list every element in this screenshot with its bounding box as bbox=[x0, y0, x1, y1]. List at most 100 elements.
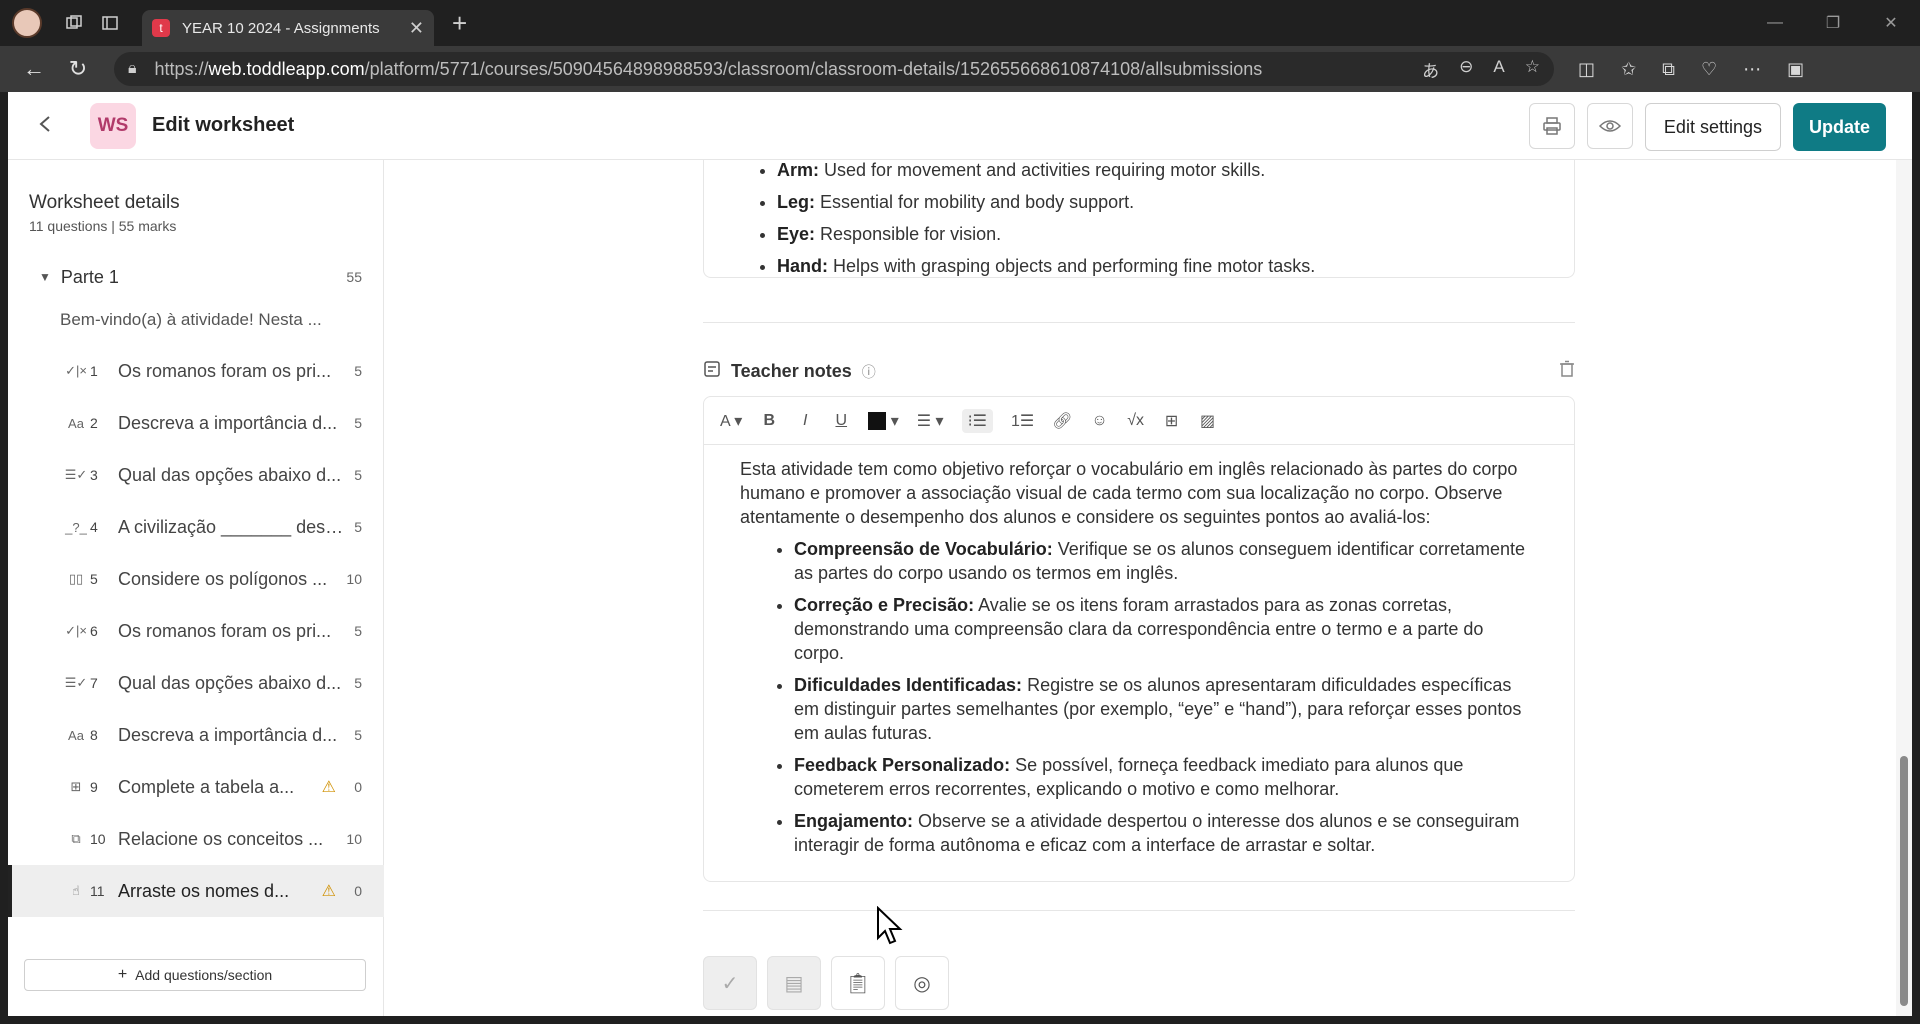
edit-settings-button[interactable]: Edit settings bbox=[1644, 103, 1781, 151]
question-item[interactable]: ▯▯ 5 Considere os polígonos ... 10 bbox=[8, 553, 384, 605]
more-menu-icon[interactable]: ⋯ bbox=[1743, 59, 1761, 80]
question-item-active[interactable]: ☝ 11 Arraste os nomes d... ⚠ 0 bbox=[8, 865, 384, 917]
clipboard-icon: 📋︎ bbox=[845, 972, 871, 995]
favorites-icon[interactable]: ✩ bbox=[1621, 59, 1636, 80]
minimize-icon[interactable]: — bbox=[1746, 0, 1804, 46]
read-aloud-icon[interactable]: A bbox=[1493, 57, 1504, 82]
sidebar-toggle-icon[interactable]: ▣ bbox=[1787, 59, 1804, 80]
align-icon[interactable]: ☰ ▾ bbox=[917, 411, 944, 431]
question-title: A civilização _______ dese... bbox=[118, 516, 348, 537]
table-icon: ⊞ bbox=[70, 779, 82, 794]
browser-tab-active[interactable]: t YEAR 10 2024 - Assignments ✕ bbox=[142, 10, 434, 46]
question-item[interactable]: ✓|× 6 Os romanos foram os pri... 5 bbox=[8, 605, 384, 657]
list-item: Engajamento: Observe se a atividade desp… bbox=[794, 809, 1538, 857]
question-title: Relacione os conceitos ... bbox=[118, 828, 324, 849]
back-chevron-icon[interactable] bbox=[38, 113, 78, 139]
question-item[interactable]: ✓|× 1 Os romanos foram os pri... 5 bbox=[8, 345, 384, 397]
notes-list: Compreensão de Vocabulário: Verifique se… bbox=[740, 537, 1538, 857]
bullet-list-icon[interactable]: ⁝☰ bbox=[961, 408, 994, 433]
tab-actions-icon[interactable] bbox=[92, 5, 128, 41]
section-parte-1[interactable]: ▼ Parte 1 55 bbox=[8, 260, 384, 294]
question-item[interactable]: Aa 8 Descreva a importância d... 5 bbox=[8, 709, 384, 761]
back-arrow-icon[interactable]: ← bbox=[12, 49, 56, 89]
question-item[interactable]: Aa 2 Descreva a importância d... 5 bbox=[8, 397, 384, 449]
divider bbox=[703, 910, 1575, 911]
question-item[interactable]: _?_ 4 A civilização _______ dese... 5 bbox=[8, 501, 384, 553]
update-button[interactable]: Update bbox=[1792, 103, 1886, 151]
collections-icon[interactable]: ⧉ bbox=[1662, 59, 1675, 80]
intro-item[interactable]: Bem-vindo(a) à atividade! Nesta ... bbox=[60, 310, 360, 330]
question-marks: 5 bbox=[354, 467, 362, 483]
question-item[interactable]: ⧉ 10 Relacione os conceitos ... 10 bbox=[8, 813, 384, 865]
warning-icon: ⚠ bbox=[321, 779, 336, 796]
underline-icon[interactable]: U bbox=[832, 412, 850, 430]
question-marks: 10 bbox=[346, 571, 362, 587]
question-extras-toolbar: ✓ ▤ 📋︎ ◎ bbox=[703, 956, 949, 1010]
answer-key-button[interactable]: ✓ bbox=[703, 956, 757, 1010]
font-size-icon[interactable]: A ▾ bbox=[720, 411, 742, 431]
numbered-list-icon[interactable]: 1☰ bbox=[1011, 411, 1034, 431]
list-item: Compreensão de Vocabulário: Verifique se… bbox=[794, 537, 1538, 585]
emoji-icon[interactable]: ☺ bbox=[1091, 412, 1109, 430]
table-icon[interactable]: ⊞ bbox=[1163, 411, 1181, 431]
question-marks: 5 bbox=[354, 415, 362, 431]
close-window-icon[interactable]: ✕ bbox=[1862, 0, 1920, 46]
browser-address-bar: ← ↻ 🔒︎ https:// web.toddleapp.com /platf… bbox=[0, 46, 1920, 92]
target-button[interactable]: ◎ bbox=[895, 956, 949, 1010]
fill-blank-icon: _?_ bbox=[65, 519, 87, 535]
question-title: Complete a tabela a... bbox=[118, 776, 295, 797]
zoom-out-icon[interactable]: ⊖ bbox=[1459, 57, 1473, 82]
url-host: web.toddleapp.com bbox=[208, 58, 365, 79]
question-number: 4 bbox=[90, 519, 98, 535]
translate-icon[interactable]: あ bbox=[1422, 57, 1439, 82]
browser-tab-bar: t YEAR 10 2024 - Assignments ✕ + — ❐ ✕ bbox=[0, 0, 1920, 46]
rubric-button[interactable]: 📋︎ bbox=[831, 956, 885, 1010]
divider bbox=[703, 322, 1575, 323]
italic-icon[interactable]: I bbox=[796, 412, 814, 430]
true-false-icon: ✓|× bbox=[65, 363, 87, 378]
new-tab-icon[interactable]: + bbox=[452, 8, 467, 39]
bold-icon[interactable]: B bbox=[760, 412, 778, 430]
browser-toolbar: ◫ ✩ ⧉ ♡ ⋯ ▣ bbox=[1578, 59, 1804, 80]
list-item: Correção e Precisão: Avalie se os itens … bbox=[794, 593, 1538, 665]
teacher-notes-editor[interactable]: A ▾ B I U ▾ ☰ ▾ ⁝☰ 1☰ 🔗︎ ☺ √x ⊞ ▨ Esta a… bbox=[703, 396, 1575, 882]
health-icon[interactable]: ♡ bbox=[1701, 59, 1717, 80]
close-tab-icon[interactable]: ✕ bbox=[409, 18, 424, 39]
url-field[interactable]: 🔒︎ https:// web.toddleapp.com /platform/… bbox=[114, 52, 1554, 86]
print-button[interactable] bbox=[1528, 103, 1575, 149]
caret-down-icon[interactable]: ▼ bbox=[39, 270, 51, 284]
teacher-notes-button[interactable]: ▤ bbox=[767, 956, 821, 1010]
question-item[interactable]: ☰✓ 3 Qual das opções abaixo d... 5 bbox=[8, 449, 384, 501]
workspaces-icon[interactable] bbox=[56, 5, 92, 41]
preview-button[interactable] bbox=[1586, 103, 1633, 149]
profile-avatar[interactable] bbox=[12, 8, 42, 38]
math-icon[interactable]: √x bbox=[1127, 412, 1145, 430]
scrollbar-thumb[interactable] bbox=[1900, 756, 1908, 1006]
question-title: Os romanos foram os pri... bbox=[118, 360, 332, 381]
text-color-icon[interactable]: ▾ bbox=[868, 411, 899, 431]
question-marks: 5 bbox=[354, 623, 362, 639]
trash-icon[interactable] bbox=[1559, 360, 1575, 383]
question-number: 3 bbox=[90, 467, 98, 483]
restore-icon[interactable]: ❐ bbox=[1804, 0, 1862, 46]
question-number: 7 bbox=[90, 675, 98, 691]
list-item: Hand: Helps with grasping objects and pe… bbox=[777, 254, 1574, 278]
question-item[interactable]: ⊞ 9 Complete a tabela a... ⚠ 0 bbox=[8, 761, 384, 813]
question-item[interactable]: ☰✓ 7 Qual das opções abaixo d... 5 bbox=[8, 657, 384, 709]
window-controls: — ❐ ✕ bbox=[1746, 0, 1920, 46]
scrollbar[interactable] bbox=[1896, 160, 1912, 1016]
match-icon: ⧉ bbox=[71, 831, 81, 846]
info-icon[interactable]: ⓘ bbox=[862, 362, 876, 382]
url-path: /platform/5771/courses/50904564898988593… bbox=[364, 58, 1263, 79]
drag-drop-icon: ☝ bbox=[72, 883, 80, 898]
add-questions-button[interactable]: + Add questions/section bbox=[24, 959, 366, 991]
editor-content[interactable]: Esta atividade tem como objetivo reforça… bbox=[704, 445, 1574, 857]
link-icon[interactable]: 🔗︎ bbox=[1052, 411, 1072, 431]
question-title: Qual das opções abaixo d... bbox=[118, 672, 342, 693]
multiple-choice-icon: ☰✓ bbox=[64, 467, 88, 482]
list-item: Dificuldades Identificadas: Registre se … bbox=[794, 673, 1538, 745]
split-screen-icon[interactable]: ◫ bbox=[1578, 59, 1595, 80]
favorite-star-icon[interactable]: ☆ bbox=[1525, 57, 1540, 82]
image-icon[interactable]: ▨ bbox=[1199, 411, 1217, 431]
refresh-icon[interactable]: ↻ bbox=[56, 49, 100, 89]
